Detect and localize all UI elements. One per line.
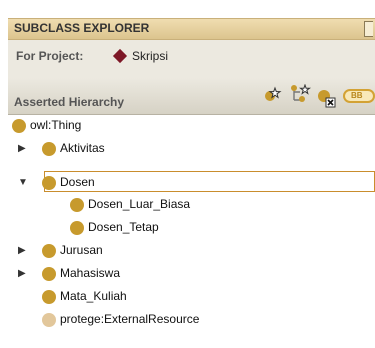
owl-class-icon: [42, 290, 56, 304]
owl-class-icon: [42, 176, 56, 190]
tree-node-label: protege:ExternalResource: [60, 312, 200, 326]
extra-tool-button[interactable]: BB: [343, 89, 375, 103]
owl-class-icon: [42, 267, 56, 281]
project-icon: [112, 48, 128, 64]
owl-class-icon: [42, 244, 56, 258]
tree-node-label: owl:Thing: [30, 118, 82, 132]
hierarchy-label: Asserted Hierarchy: [14, 95, 125, 109]
tree-node-label: Mata_Kuliah: [60, 289, 127, 303]
panel-title: SUBCLASS EXPLORER: [14, 21, 150, 35]
project-row: For Project: Skripsi: [8, 40, 375, 78]
tree-node[interactable]: Dosen_Luar_Biasa: [8, 194, 375, 216]
tree-node-label: Aktivitas: [60, 141, 105, 155]
tree-node-label: Dosen: [60, 175, 95, 189]
tree-collapse-arrow-icon[interactable]: ▼: [18, 178, 28, 188]
create-subclass-icon[interactable]: [264, 86, 282, 104]
project-label: For Project:: [16, 49, 84, 63]
create-sibling-class-icon[interactable]: [290, 84, 312, 104]
tree-node[interactable]: owl:Thing: [8, 115, 375, 137]
panel-title-bar: SUBCLASS EXPLORER: [8, 18, 375, 40]
tree-expand-arrow-icon[interactable]: ▶: [18, 144, 28, 154]
tree-node[interactable]: ▶ Aktivitas: [8, 138, 375, 160]
panel-close-button[interactable]: [364, 21, 373, 37]
tree-node-label: Jurusan: [60, 243, 103, 257]
owl-class-icon: [12, 119, 26, 133]
owl-class-icon: [42, 142, 56, 156]
owl-class-icon: [42, 313, 56, 327]
subclass-explorer-panel: SUBCLASS EXPLORER For Project: Skripsi A…: [0, 0, 375, 348]
tree-node-label: Dosen_Tetap: [88, 220, 159, 234]
tree-node[interactable]: ▼ Dosen: [8, 172, 375, 194]
tree-node-label: Mahasiswa: [60, 266, 121, 280]
hierarchy-header: Asserted Hierarchy BB: [8, 78, 375, 115]
tree-expand-arrow-icon[interactable]: ▶: [18, 269, 28, 279]
tree-node-label: Dosen_Luar_Biasa: [88, 197, 191, 211]
tree-node[interactable]: Dosen_Tetap: [8, 217, 375, 239]
project-name: Skripsi: [132, 49, 169, 63]
extra-tool-badge: BB: [351, 91, 363, 100]
owl-class-icon: [70, 198, 84, 212]
class-hierarchy-tree: owl:Thing ▶ Aktivitas ▼ Dosen Dosen_Luar_Bias…: [8, 115, 375, 348]
tree-expand-arrow-icon[interactable]: ▶: [18, 246, 28, 256]
tree-node[interactable]: protege:ExternalResource: [8, 309, 375, 331]
owl-class-icon: [70, 221, 84, 235]
tree-node[interactable]: Mata_Kuliah: [8, 286, 375, 308]
tree-node[interactable]: ▶ Mahasiswa: [8, 263, 375, 285]
tree-node[interactable]: ▶ Jurusan: [8, 240, 375, 262]
delete-class-icon[interactable]: [316, 88, 338, 108]
